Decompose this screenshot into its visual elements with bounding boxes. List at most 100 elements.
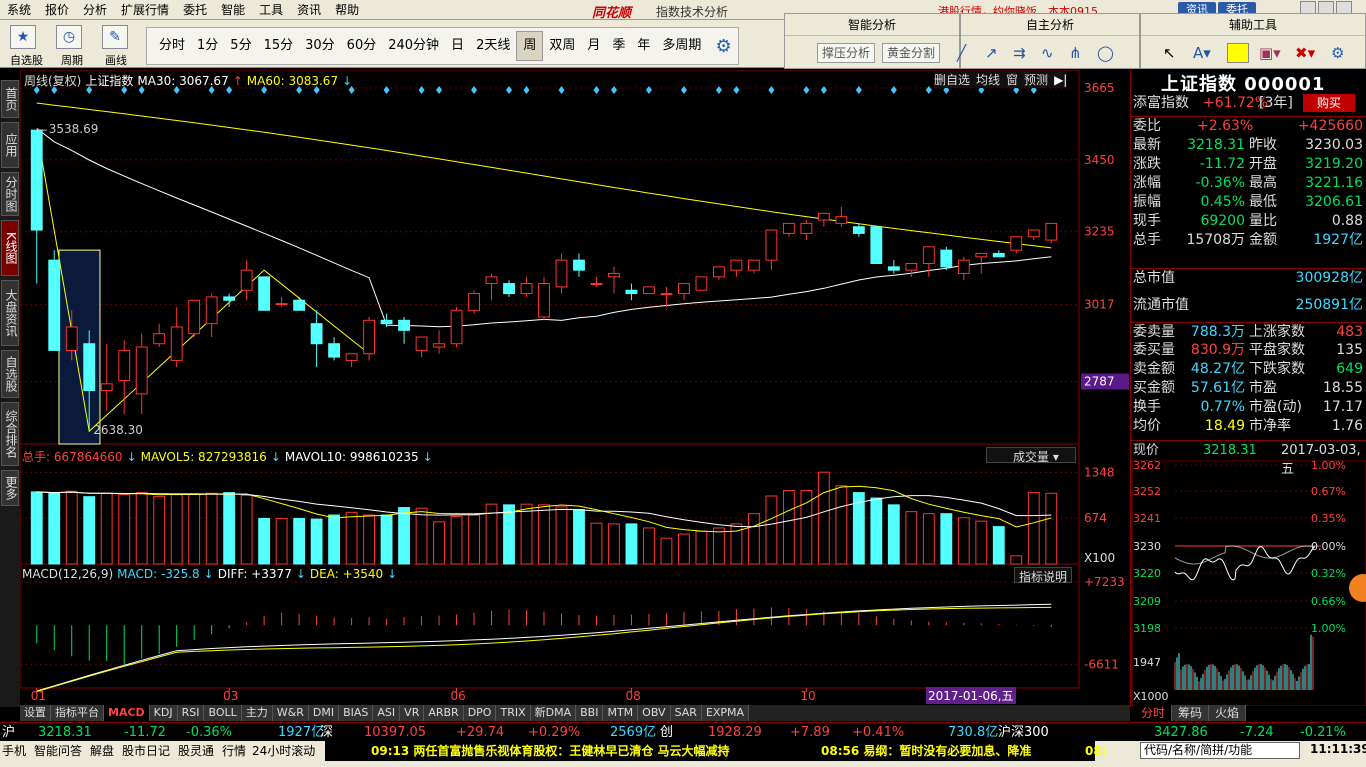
candle-body[interactable]: [555, 259, 568, 288]
candle-body[interactable]: [65, 326, 78, 351]
candle-body[interactable]: [817, 212, 830, 221]
volume-bar[interactable]: [835, 485, 848, 565]
candle-body[interactable]: [590, 283, 603, 286]
ticker-item-15[interactable]: 沪深300: [998, 723, 1049, 742]
menu-item-6[interactable]: 工具: [252, 0, 290, 20]
support-resistance-button[interactable]: 撑压分析: [817, 43, 876, 63]
volume-bar[interactable]: [118, 494, 131, 565]
period-14[interactable]: 多周期: [656, 32, 707, 60]
buy-button[interactable]: 购买: [1303, 94, 1355, 112]
mini-tab-0[interactable]: 分时: [1135, 705, 1173, 721]
period-13[interactable]: 年: [631, 32, 656, 60]
candle-body[interactable]: [992, 252, 1005, 258]
menu-item-0[interactable]: 系统: [0, 0, 38, 20]
volume-bar[interactable]: [608, 523, 620, 565]
candle-body[interactable]: [450, 309, 463, 345]
period-4[interactable]: 30分: [299, 32, 341, 60]
volume-bar[interactable]: [468, 514, 480, 565]
volume-bar[interactable]: [310, 518, 323, 565]
event-marker[interactable]: [680, 86, 687, 94]
event-marker[interactable]: [890, 86, 897, 94]
period-7[interactable]: 日: [445, 32, 470, 60]
candle-body[interactable]: [1045, 222, 1058, 241]
candle-body[interactable]: [223, 296, 236, 301]
sidebar-item-2[interactable]: 分时图: [1, 172, 19, 216]
chart-canvas[interactable]: 3665 3450 3235 3017 2787 1348 674 X100 +7233 -661…: [20, 70, 1130, 705]
text-tool-icon[interactable]: A▾: [1193, 44, 1211, 62]
candle-body[interactable]: [135, 346, 148, 395]
code-search-input[interactable]: 代码/名称/简拼/功能: [1140, 742, 1300, 759]
volume-bar[interactable]: [293, 517, 306, 565]
indicator-tab-8[interactable]: DMI: [308, 705, 340, 721]
news-item-2[interactable]: 08:: [1085, 741, 1107, 761]
candle-body[interactable]: [643, 286, 655, 295]
event-marker[interactable]: [803, 86, 810, 94]
sidebar-item-6[interactable]: 综合排名: [1, 402, 19, 466]
volume-bar[interactable]: [712, 527, 725, 565]
chart-btn-1[interactable]: 均线: [976, 73, 1000, 87]
candle-body[interactable]: [503, 283, 515, 295]
candle-body[interactable]: [852, 226, 865, 234]
indicator-tab-14[interactable]: TRIX: [496, 705, 531, 721]
menu-item-1[interactable]: 报价: [38, 0, 76, 20]
volume-bar[interactable]: [258, 517, 271, 565]
volume-bar[interactable]: [398, 507, 410, 565]
candle-body[interactable]: [782, 222, 795, 234]
candle-body[interactable]: [573, 259, 585, 271]
menu-item-7[interactable]: 资讯: [290, 0, 328, 20]
volume-bar[interactable]: [817, 471, 830, 565]
mini-tab-2[interactable]: 火焰: [1209, 705, 1247, 721]
indicator-tab-18[interactable]: OBV: [638, 705, 671, 721]
fan-tool-icon[interactable]: ⋔: [1069, 44, 1082, 62]
candle-body[interactable]: [608, 273, 620, 278]
candle-body[interactable]: [660, 293, 673, 296]
volume-bar[interactable]: [363, 514, 376, 565]
status-btn-1[interactable]: 智能问答: [34, 741, 82, 761]
status-btn-2[interactable]: 解盘: [90, 741, 114, 761]
status-btn-6[interactable]: 24小时滚动: [252, 741, 315, 761]
indicator-tab-4[interactable]: RSI: [177, 705, 205, 721]
indicator-tab-1[interactable]: 指标平台: [51, 705, 104, 721]
candle-body[interactable]: [538, 283, 550, 318]
event-marker[interactable]: [645, 86, 652, 94]
candle-body[interactable]: [940, 249, 953, 268]
event-marker[interactable]: [715, 86, 722, 94]
volume-bar[interactable]: [573, 509, 585, 565]
indicator-tab-11[interactable]: VR: [400, 705, 425, 721]
period-12[interactable]: 季: [606, 32, 631, 60]
menu-item-4[interactable]: 委托: [176, 0, 214, 20]
candle-body[interactable]: [765, 229, 778, 261]
candle-body[interactable]: [468, 293, 480, 311]
volume-bar[interactable]: [170, 494, 183, 565]
volume-dropdown[interactable]: 成交量 ▾: [986, 447, 1076, 464]
ticker-item-10[interactable]: 创: [660, 723, 673, 742]
volume-bar[interactable]: [520, 503, 533, 565]
candle-body[interactable]: [975, 252, 988, 258]
candle-body[interactable]: [800, 222, 813, 234]
candle-body[interactable]: [328, 343, 341, 358]
volume-bar[interactable]: [905, 511, 918, 565]
ticker-item-0[interactable]: 沪: [2, 723, 15, 742]
volume-bar[interactable]: [415, 507, 428, 565]
candle-body[interactable]: [293, 299, 306, 311]
candle-body[interactable]: [1010, 236, 1023, 251]
candle-body[interactable]: [887, 266, 900, 271]
volume-bar[interactable]: [100, 492, 113, 565]
candle-body[interactable]: [835, 216, 848, 224]
volume-bar[interactable]: [940, 513, 953, 565]
candle-body[interactable]: [363, 319, 376, 355]
volume-bar[interactable]: [538, 504, 550, 565]
candle-body[interactable]: [380, 319, 393, 325]
volume-bar[interactable]: [1027, 492, 1040, 565]
settings-gear-icon[interactable]: ⚙: [1331, 44, 1344, 62]
candle-body[interactable]: [905, 262, 918, 271]
candle-body[interactable]: [310, 323, 323, 345]
indicator-tab-7[interactable]: W&R: [272, 705, 309, 721]
period-5[interactable]: 60分: [341, 32, 383, 60]
indicator-tab-17[interactable]: MTM: [603, 705, 639, 721]
volume-bar[interactable]: [48, 492, 61, 565]
volume-bar[interactable]: [380, 514, 393, 565]
volume-bar[interactable]: [433, 521, 445, 565]
candle-body[interactable]: [1027, 229, 1040, 238]
chart-btn-0[interactable]: 删自选: [934, 73, 970, 87]
